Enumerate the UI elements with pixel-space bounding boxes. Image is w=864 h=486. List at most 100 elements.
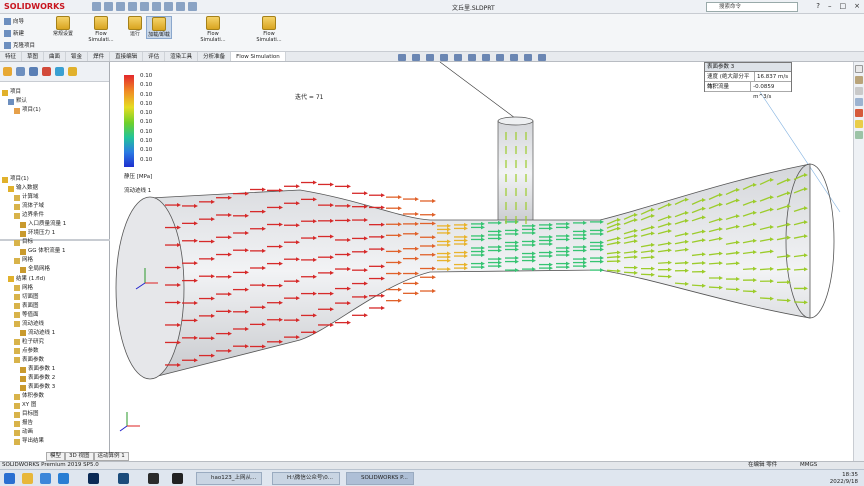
search-input[interactable]: 搜索命令 <box>706 2 798 12</box>
graphics-area[interactable] <box>111 62 853 461</box>
general-settings-button[interactable]: 常规设置 <box>50 16 76 37</box>
tree-item[interactable]: 输入数据 <box>2 184 66 193</box>
save-icon[interactable] <box>128 2 137 11</box>
tab-2[interactable]: 曲面 <box>44 52 67 61</box>
surface-parameter-panel[interactable]: 表面参数 3 速度 (绝大部分平均) 16.837 m/s 体积流量 -0.0859… <box>704 62 792 100</box>
tree-item[interactable]: 网格 <box>2 284 66 293</box>
taskbar-app-solidworks[interactable]: SOLIDWORKS P... <box>346 472 414 485</box>
taskbar-app-folder[interactable]: H:\微信公众号\0... <box>272 472 340 485</box>
help-icon[interactable]: ? <box>816 2 820 10</box>
flow-simulation-button-2[interactable]: Flow Simulati... <box>200 16 226 43</box>
tree-item[interactable]: 边界条件 <box>2 211 66 220</box>
close-icon[interactable]: × <box>854 2 860 10</box>
new-button[interactable]: 新建 <box>4 29 24 37</box>
tab-3d-view[interactable]: 3D 视图 <box>65 452 94 461</box>
home-icon[interactable] <box>855 65 863 73</box>
hide-show-icon[interactable] <box>482 54 490 61</box>
tree-item[interactable]: 计算域 <box>2 193 66 202</box>
monitor-icon[interactable] <box>538 54 546 61</box>
tree-item[interactable]: 点参数 <box>2 347 66 356</box>
tree-item[interactable]: 表面参数 2 <box>2 374 66 383</box>
home-icon[interactable] <box>92 2 101 11</box>
tree-item[interactable]: 流动迹线 <box>2 320 66 329</box>
tab-8[interactable]: 分析准备 <box>198 52 232 61</box>
forum-icon[interactable] <box>855 131 863 139</box>
tree-item[interactable]: XY 图 <box>2 401 66 410</box>
edit-appearance-icon[interactable] <box>496 54 504 61</box>
tree-item[interactable]: GG 体积流量 1 <box>2 247 66 256</box>
flow-simulation-button-1[interactable]: Flow Simulati... <box>88 16 114 43</box>
app-icon[interactable] <box>118 473 129 484</box>
tab-9[interactable]: Flow Simulation <box>231 52 286 61</box>
taskbar-app-browser[interactable]: hao123_上网从... <box>196 472 262 485</box>
tree-item[interactable]: 目标 <box>2 238 66 247</box>
previous-view-icon[interactable] <box>426 54 434 61</box>
tab-5[interactable]: 直接编辑 <box>110 52 144 61</box>
tab-6[interactable]: 评估 <box>143 52 166 61</box>
file-explorer-icon[interactable] <box>22 473 33 484</box>
undo-icon[interactable] <box>152 2 161 11</box>
appearances-icon[interactable] <box>855 109 863 117</box>
zoom-fit-icon[interactable] <box>398 54 406 61</box>
tree-item[interactable]: 目标图 <box>2 410 66 419</box>
tree-item[interactable]: 表面图 <box>2 302 66 311</box>
display-manager-icon[interactable] <box>55 67 64 76</box>
units-selector[interactable]: MMGS <box>800 462 817 469</box>
tree-item[interactable]: 项目(1) <box>2 106 41 115</box>
tab-model[interactable]: 模型 <box>46 452 66 461</box>
dimxpert-icon[interactable] <box>42 67 51 76</box>
tree-item[interactable]: 入口质量流量 1 <box>2 220 66 229</box>
custom-properties-icon[interactable] <box>855 120 863 128</box>
tree-item[interactable]: 表面参数 1 <box>2 365 66 374</box>
file-explorer-icon[interactable] <box>855 98 863 106</box>
tree-item[interactable]: 等值面 <box>2 311 66 320</box>
clone-project-button[interactable]: 克隆项目 <box>4 41 35 49</box>
tree-item[interactable]: 流动迹线 1 <box>2 329 66 338</box>
rebuild-icon[interactable] <box>176 2 185 11</box>
tab-motion-study[interactable]: 运动算例 1 <box>93 452 129 461</box>
tree-item[interactable]: 环境压力 1 <box>2 229 66 238</box>
flow-analysis-tree-icon[interactable] <box>68 67 77 76</box>
minimize-icon[interactable]: – <box>828 2 832 10</box>
tree-item[interactable]: 体积参数 <box>2 392 66 401</box>
flow-simulation-button-3[interactable]: Flow Simulati... <box>256 16 282 43</box>
maximize-icon[interactable]: □ <box>840 2 847 10</box>
apply-scene-icon[interactable] <box>510 54 518 61</box>
tree-item[interactable]: 项目 <box>2 88 41 97</box>
run-button[interactable]: 运行 <box>122 16 148 37</box>
display-style-icon[interactable] <box>468 54 476 61</box>
tree-item[interactable]: 项目(1) <box>2 175 66 184</box>
view-settings-icon[interactable] <box>524 54 532 61</box>
tab-4[interactable]: 焊件 <box>88 52 111 61</box>
tree-item[interactable]: 导出结果 <box>2 437 66 446</box>
tree-item[interactable]: 结果 (1.fld) <box>2 275 66 284</box>
section-view-icon[interactable] <box>440 54 448 61</box>
tree-item[interactable]: 动画 <box>2 428 66 437</box>
configuration-manager-icon[interactable] <box>29 67 38 76</box>
tree-item[interactable]: 默认 <box>2 97 41 106</box>
camera-icon[interactable] <box>148 473 159 484</box>
options-icon[interactable] <box>188 2 197 11</box>
media-icon[interactable] <box>172 473 183 484</box>
tab-0[interactable]: 特征 <box>0 52 23 61</box>
tab-1[interactable]: 草图 <box>22 52 45 61</box>
ie-icon[interactable] <box>40 473 51 484</box>
property-manager-icon[interactable] <box>16 67 25 76</box>
tree-item[interactable]: 网格 <box>2 256 66 265</box>
tree-item[interactable]: 粒子研究 <box>2 338 66 347</box>
tree-item[interactable]: 表面参数 <box>2 356 66 365</box>
print-icon[interactable] <box>140 2 149 11</box>
edge-icon[interactable] <box>58 473 69 484</box>
tree-item[interactable]: 流体子域 <box>2 202 66 211</box>
tab-3[interactable]: 钣金 <box>66 52 89 61</box>
view-orientation-icon[interactable] <box>454 54 462 61</box>
tree-item[interactable]: 表面参数 3 <box>2 383 66 392</box>
open-file-icon[interactable] <box>116 2 125 11</box>
load-unload-button[interactable]: 加载/卸载 <box>146 16 172 39</box>
start-icon[interactable] <box>4 473 15 484</box>
zoom-area-icon[interactable] <box>412 54 420 61</box>
tree-item[interactable]: 切面图 <box>2 293 66 302</box>
wizard-button[interactable]: 向导 <box>4 17 24 25</box>
design-library-icon[interactable] <box>855 87 863 95</box>
tree-item[interactable]: 报告 <box>2 419 66 428</box>
